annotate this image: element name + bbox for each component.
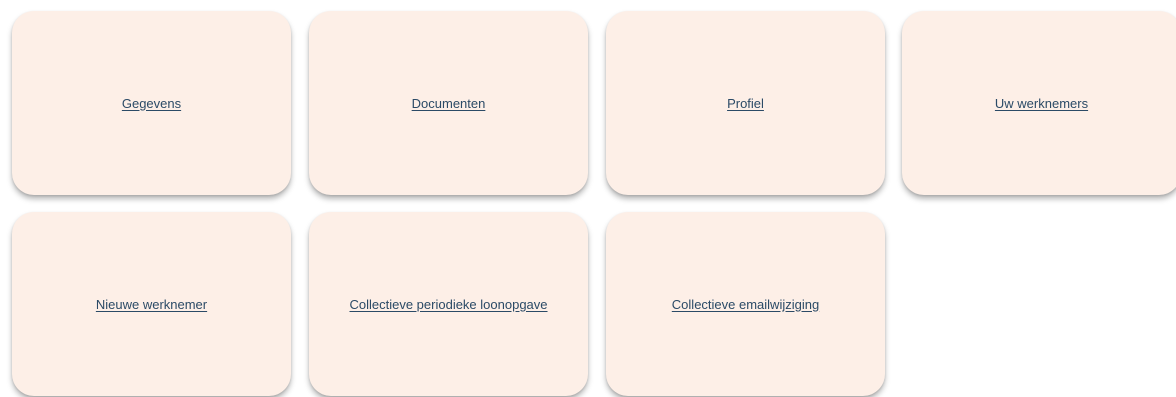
tile-uw-werknemers[interactable]: Uw werknemers [902,11,1176,195]
tile-grid: Gegevens Documenten Profiel Uw werknemer… [0,0,1176,397]
tile-gegevens[interactable]: Gegevens [12,11,291,195]
tile-collectieve-periodieke-loonopgave[interactable]: Collectieve periodieke loonopgave [309,212,588,396]
tile-documenten[interactable]: Documenten [309,11,588,195]
link-nieuwe-werknemer[interactable]: Nieuwe werknemer [96,297,207,312]
tile-collectieve-emailwijziging[interactable]: Collectieve emailwijziging [606,212,885,396]
link-gegevens[interactable]: Gegevens [122,96,181,111]
link-documenten[interactable]: Documenten [412,96,486,111]
link-collectieve-emailwijziging[interactable]: Collectieve emailwijziging [672,297,819,312]
link-collectieve-periodieke-loonopgave[interactable]: Collectieve periodieke loonopgave [349,297,547,312]
tile-profiel[interactable]: Profiel [606,11,885,195]
tile-nieuwe-werknemer[interactable]: Nieuwe werknemer [12,212,291,396]
link-uw-werknemers[interactable]: Uw werknemers [995,96,1088,111]
link-profiel[interactable]: Profiel [727,96,764,111]
